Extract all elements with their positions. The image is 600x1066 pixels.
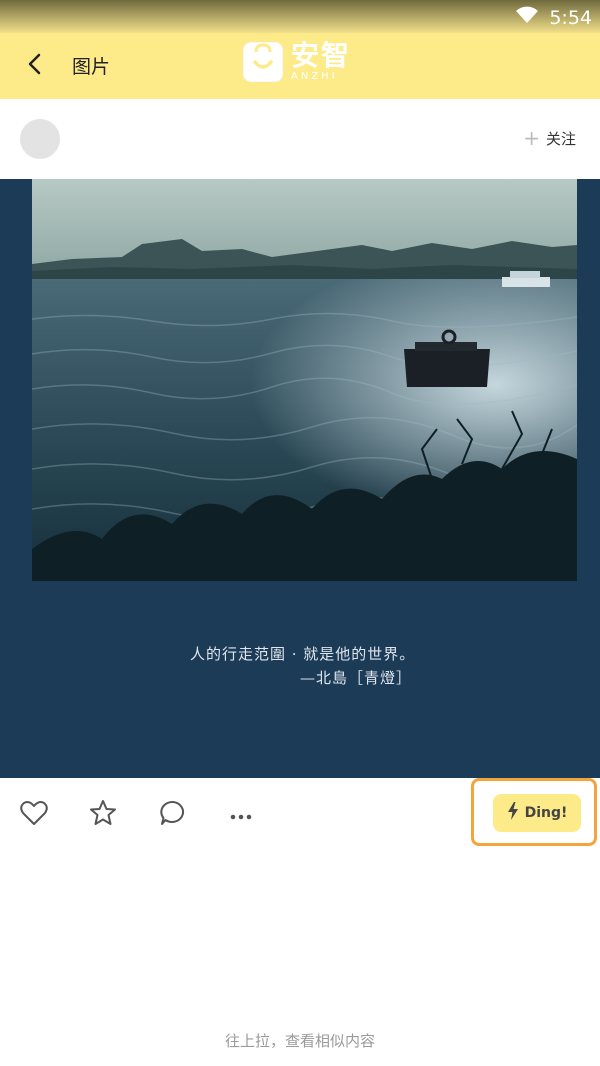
plus-icon: + xyxy=(523,125,540,150)
wifi-icon xyxy=(515,5,539,30)
like-button[interactable] xyxy=(19,800,49,830)
action-bar: Ding! xyxy=(0,778,600,850)
lake-photo xyxy=(32,179,577,581)
comment-button[interactable] xyxy=(158,800,188,830)
pull-up-hint: 往上拉，查看相似内容 xyxy=(224,1032,375,1050)
status-indicators: 5:54 xyxy=(515,5,592,30)
back-button[interactable] xyxy=(22,53,46,79)
caption-line-1: 人的行走范圍 · 就是他的世界。 xyxy=(190,645,416,663)
more-icon xyxy=(229,806,253,825)
logo-bag-icon xyxy=(243,42,283,82)
anzhi-logo: 安智 ANZHI xyxy=(243,37,363,87)
page-title: 图片 xyxy=(72,56,111,78)
author-row: + 关注 xyxy=(0,99,600,179)
logo-text-cn: 安智 xyxy=(291,39,352,72)
comment-icon xyxy=(159,799,187,831)
more-button[interactable] xyxy=(226,800,256,830)
lightning-icon xyxy=(507,802,519,824)
ding-label: Ding! xyxy=(524,805,568,821)
ding-button[interactable]: Ding! xyxy=(493,794,581,832)
status-time: 5:54 xyxy=(549,6,592,29)
post-image[interactable]: 人的行走范圍 · 就是他的世界。 —北島［青燈］ xyxy=(0,179,600,778)
back-icon xyxy=(27,53,41,79)
status-bar: 5:54 xyxy=(0,0,600,33)
logo-text-en: ANZHI xyxy=(291,71,338,82)
avatar[interactable] xyxy=(20,119,60,159)
follow-button[interactable]: + 关注 xyxy=(523,128,576,149)
follow-label: 关注 xyxy=(545,130,576,148)
caption-line-2: —北島［青燈］ xyxy=(300,669,413,687)
favorite-button[interactable] xyxy=(88,800,118,830)
star-icon xyxy=(89,799,117,831)
heart-icon xyxy=(20,800,48,830)
app-header: 图片 安智 ANZHI xyxy=(0,33,600,99)
